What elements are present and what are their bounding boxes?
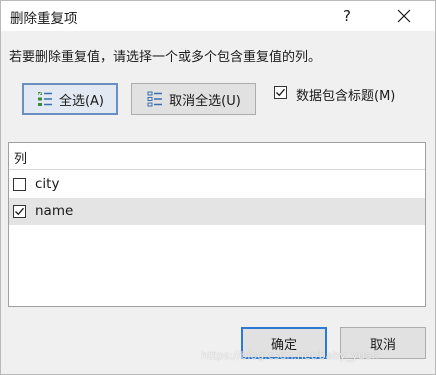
select-all-label: 全选(A) — [58, 93, 105, 109]
header-checkbox[interactable] — [274, 86, 287, 99]
list-header: 列 — [9, 143, 425, 170]
list-item-name[interactable]: name — [9, 198, 425, 225]
list-item-city[interactable]: city — [9, 171, 425, 198]
ok-button[interactable]: 确定 — [241, 327, 327, 359]
select-all-button[interactable]: 全选(A) — [22, 83, 118, 115]
columns-listbox[interactable]: 列 city name — [8, 142, 426, 307]
select-all-icon — [37, 92, 52, 106]
header-checkbox-label[interactable]: 数据包含标题(M) — [296, 85, 395, 104]
close-icon — [397, 9, 411, 23]
list-header-label: 列 — [14, 152, 28, 167]
help-button[interactable]: ? — [334, 1, 360, 31]
title-bar: 删除重复项 ? — [1, 1, 435, 31]
instruction-text: 若要删除重复值，请选择一个或多个包含重复值的列。 — [9, 50, 322, 65]
close-button[interactable] — [389, 1, 419, 31]
deselect-all-button[interactable]: 取消全选(U) — [131, 83, 256, 115]
check-icon — [276, 88, 285, 97]
dialog-title: 删除重复项 — [10, 11, 78, 27]
cancel-button[interactable]: 取消 — [340, 327, 426, 359]
list-item-label: name — [35, 203, 74, 219]
deselect-all-label: 取消全选(U) — [169, 93, 241, 109]
list-item-label: city — [35, 176, 60, 192]
deselect-all-icon — [147, 91, 163, 107]
name-checkbox[interactable] — [13, 205, 26, 218]
city-checkbox[interactable] — [13, 178, 26, 191]
remove-duplicates-dialog: 删除重复项 ? 若要删除重复值，请选择一个或多个包含重复值的列。 全选(A) 取… — [0, 0, 436, 375]
check-icon — [15, 207, 24, 216]
